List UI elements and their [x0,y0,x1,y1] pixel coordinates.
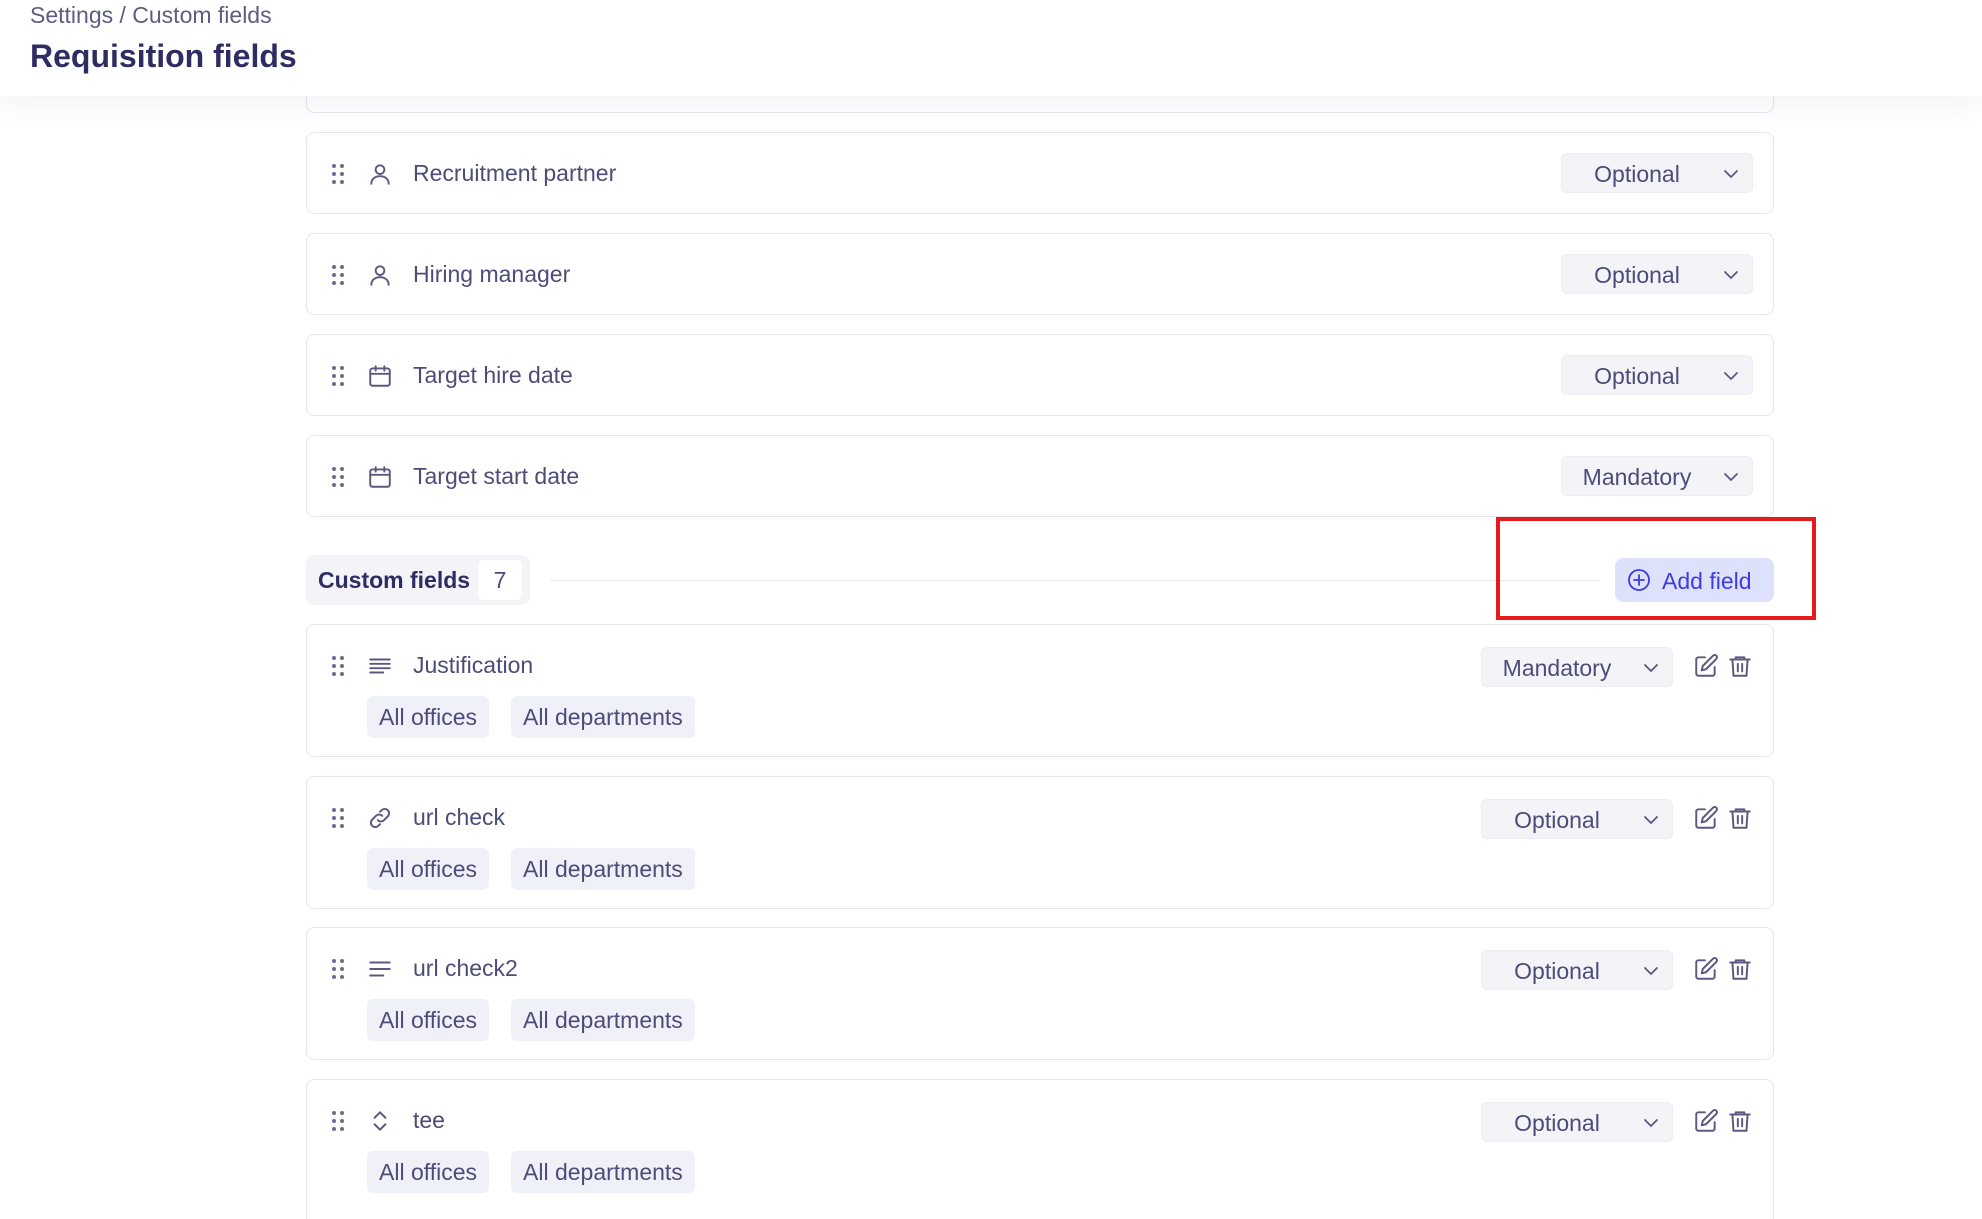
page-header: Settings / Custom fields Requisition fie… [0,0,1982,96]
field-label: Hiring manager [413,261,571,287]
chevron-down-icon [1722,367,1740,385]
requirement-value: Optional [1514,958,1600,984]
breadcrumb[interactable]: Settings / Custom fields [30,2,272,29]
custom-field-row-tee: tee Optional All offices All departments [306,1079,1774,1219]
chevron-down-icon [1642,659,1660,677]
requirement-value: Mandatory [1582,464,1692,490]
divider [550,580,1600,581]
drag-handle-icon[interactable] [331,163,345,185]
trash-icon[interactable] [1727,1108,1753,1134]
edit-icon[interactable] [1693,653,1719,679]
field-row-target-hire-date: Target hire date Optional [306,334,1774,416]
add-field-label: Add field [1662,568,1752,594]
requirement-value: Optional [1514,1110,1600,1136]
drag-handle-icon[interactable] [331,807,345,829]
requirement-select[interactable]: Optional [1561,153,1753,193]
field-label: Target hire date [413,362,573,388]
field-label: url check [413,804,506,830]
page-title: Requisition fields [30,38,297,74]
chevron-down-icon [1722,165,1740,183]
chevron-down-icon [1642,962,1660,980]
field-label: Justification [413,652,534,678]
departments-tag: All departments [511,999,695,1041]
chevron-down-icon [1642,1114,1660,1132]
field-row-recruitment-partner: Recruitment partner Optional [306,132,1774,214]
drag-handle-icon[interactable] [331,264,345,286]
field-label: Target start date [413,463,580,489]
drag-handle-icon[interactable] [331,1110,345,1132]
drag-handle-icon[interactable] [331,365,345,387]
offices-tag: All offices [367,999,490,1041]
person-icon [367,262,393,288]
requirement-select[interactable]: Optional [1561,254,1753,294]
custom-field-row-url-check2: url check2 Optional All offices All depa… [306,927,1774,1060]
requirement-select[interactable]: Optional [1561,355,1753,395]
custom-fields-label: Custom fields 7 [306,555,530,605]
requirement-value: Optional [1594,161,1680,187]
requirement-value: Mandatory [1502,655,1612,681]
edit-icon[interactable] [1693,956,1719,982]
requirement-value: Optional [1594,363,1680,389]
custom-field-row-justification: Justification Mandatory All offices All … [306,624,1774,757]
offices-tag: All offices [367,696,490,738]
offices-tag: All offices [367,848,490,890]
requirement-select[interactable]: Optional [1481,799,1673,839]
select-chevrons-icon [367,1108,393,1134]
link-icon [367,805,393,831]
offices-tag: All offices [367,1151,490,1193]
paragraph-icon [367,653,393,679]
calendar-icon [367,464,393,490]
edit-icon[interactable] [1693,805,1719,831]
custom-fields-header: Custom fields 7 Add field [306,555,1774,605]
departments-tag: All departments [511,696,695,738]
departments-tag: All departments [511,1151,695,1193]
requirement-value: Optional [1514,807,1600,833]
person-icon [367,161,393,187]
field-label: tee [413,1107,445,1133]
text-lines-icon [367,956,393,982]
field-row-hiring-manager: Hiring manager Optional [306,233,1774,315]
requirement-select[interactable]: Optional [1481,1102,1673,1142]
drag-handle-icon[interactable] [331,466,345,488]
requirement-select[interactable]: Optional [1481,950,1673,990]
drag-handle-icon[interactable] [331,958,345,980]
field-count-badge: 7 [478,560,522,600]
add-field-button[interactable]: Add field [1615,558,1774,602]
trash-icon[interactable] [1727,805,1753,831]
edit-icon[interactable] [1693,1108,1719,1134]
section-title: Custom fields [318,567,471,593]
requirement-select[interactable]: Mandatory [1481,647,1673,687]
chevron-down-icon [1642,811,1660,829]
fields-list: Recruitment partner Optional Hiring mana… [306,0,1774,1219]
requirement-select[interactable]: Mandatory [1561,456,1753,496]
chevron-down-icon [1722,266,1740,284]
custom-field-row-url-check: url check Optional All offices All depar… [306,776,1774,909]
field-label: Recruitment partner [413,160,617,186]
chevron-down-icon [1722,468,1740,486]
requirement-value: Optional [1594,262,1680,288]
departments-tag: All departments [511,848,695,890]
trash-icon[interactable] [1727,956,1753,982]
field-row-target-start-date: Target start date Mandatory [306,435,1774,517]
calendar-icon [367,363,393,389]
trash-icon[interactable] [1727,653,1753,679]
field-label: url check2 [413,955,518,981]
plus-circle-icon [1627,568,1651,592]
drag-handle-icon[interactable] [331,655,345,677]
